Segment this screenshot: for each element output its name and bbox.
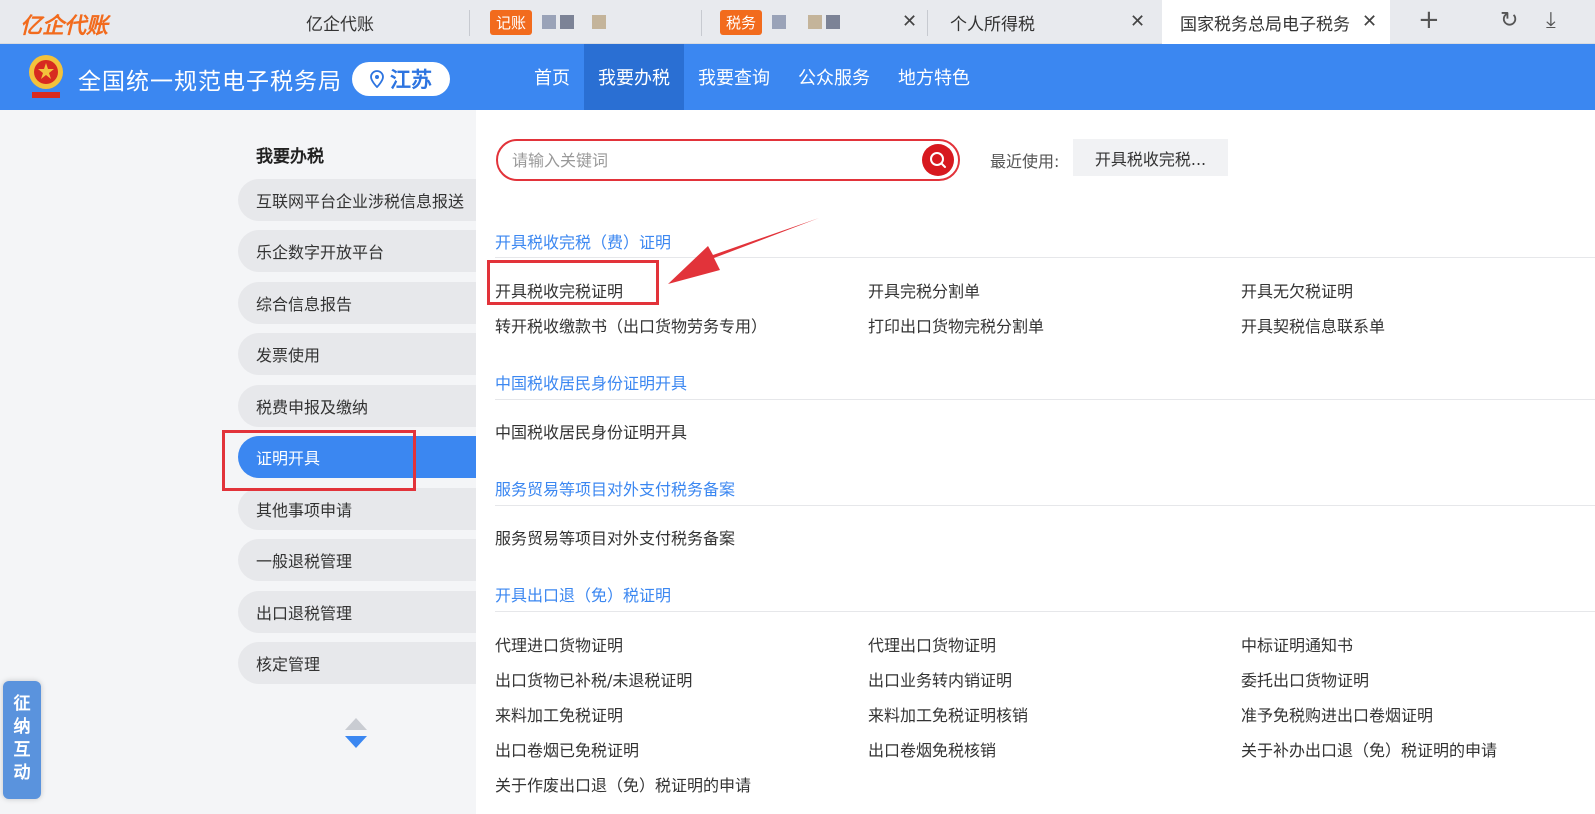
search-icon xyxy=(930,152,946,168)
site-title: 全国统一规范电子税务局 xyxy=(78,69,342,95)
float-tab-char: 动 xyxy=(13,763,31,783)
sidebar-item-leqi-platform[interactable]: 乐企数字开放平台 xyxy=(238,230,476,272)
nav-query[interactable]: 我要查询 xyxy=(684,44,784,110)
nav-local-feature[interactable]: 地方特色 xyxy=(884,44,984,110)
search-button[interactable] xyxy=(922,144,954,176)
tab-bookkeeping[interactable]: 记账 xyxy=(470,0,702,44)
national-emblem-icon xyxy=(29,55,63,98)
tab-favicon-blurred xyxy=(560,15,575,29)
float-tab-char: 纳 xyxy=(13,717,31,737)
brand-logo: 亿企代账 xyxy=(20,14,109,39)
link-agency-export-certificate[interactable]: 代理出口货物证明 xyxy=(868,632,996,656)
link-print-export-split-sheet[interactable]: 打印出口货物完税分割单 xyxy=(868,313,1044,337)
section-divider xyxy=(495,611,1595,612)
browser-tab-strip: 亿企代账 亿企代账 记账 税务 ✕ 个人所得税 ✕ 国家税务总局电子税务 ✕ +… xyxy=(0,0,1595,44)
link-deed-tax-contact-sheet[interactable]: 开具契税信息联系单 xyxy=(1241,313,1385,337)
tab-favicon-blurred xyxy=(772,15,787,29)
tab-label: 个人所得税 xyxy=(950,14,1035,35)
link-processing-exemption[interactable]: 来料加工免税证明 xyxy=(495,702,623,726)
link-cigarette-exempted[interactable]: 出口卷烟已免税证明 xyxy=(495,737,639,761)
tab-individual-income-tax[interactable]: 个人所得税 ✕ xyxy=(928,0,1162,44)
link-cigarette-purchase-exemption[interactable]: 准予免税购进出口卷烟证明 xyxy=(1241,702,1433,726)
link-void-refund-certificate[interactable]: 关于作废出口退（免）税证明的申请 xyxy=(495,772,751,796)
region-selector[interactable]: 江苏 xyxy=(352,62,450,96)
site-header: 全国统一规范电子税务局 江苏 首页 我要办税 我要查询 公众服务 地方特色 xyxy=(0,44,1595,110)
tab-badge: 税务 xyxy=(720,9,763,35)
link-export-supplementary-tax[interactable]: 出口货物已补税/未退税证明 xyxy=(495,667,692,691)
sidebar-item-platform-report[interactable]: 互联网平台企业涉税信息报送 xyxy=(238,179,476,221)
download-icon[interactable]: ⤓ xyxy=(1546,8,1556,33)
tab-badge: 记账 xyxy=(490,9,533,35)
tab-favicon-blurred xyxy=(592,15,607,29)
recent-item-chip[interactable]: 开具税收完税... xyxy=(1073,139,1228,176)
nav-public-service[interactable]: 公众服务 xyxy=(784,44,884,110)
tab-favicon-blurred xyxy=(826,15,841,29)
tab-favicon-blurred xyxy=(808,15,823,29)
section-divider xyxy=(495,399,1595,400)
reload-icon[interactable]: ↻ xyxy=(1500,8,1518,33)
nav-handle-tax[interactable]: 我要办税 xyxy=(584,44,684,110)
location-pin-icon xyxy=(370,70,384,88)
sidebar-title: 我要办税 xyxy=(256,147,324,167)
link-reissue-refund-certificate[interactable]: 关于补办出口退（免）税证明的申请 xyxy=(1241,737,1497,761)
tab-tax[interactable]: 税务 ✕ xyxy=(702,0,928,44)
link-processing-exemption-writeoff[interactable]: 来料加工免税证明核销 xyxy=(868,702,1028,726)
section-divider xyxy=(495,257,1595,258)
highlight-box-target xyxy=(487,260,659,305)
sidebar-item-export-refund[interactable]: 出口退税管理 xyxy=(238,591,476,633)
link-export-to-domestic[interactable]: 出口业务转内销证明 xyxy=(868,667,1012,691)
new-tab-button[interactable]: + xyxy=(1418,5,1440,35)
section-title-foreign-payment-filing: 服务贸易等项目对外支付税务备案 xyxy=(495,480,736,499)
tab-favicon-blurred xyxy=(542,15,557,29)
sidebar-item-declaration[interactable]: 税费申报及缴纳 xyxy=(238,385,476,427)
section-title-residency-certificate: 中国税收居民身份证明开具 xyxy=(495,374,688,393)
tab-yiqi[interactable]: 亿企代账 xyxy=(210,0,470,44)
close-icon[interactable]: ✕ xyxy=(1362,11,1377,32)
recent-label: 最近使用: xyxy=(990,152,1060,171)
close-icon[interactable]: ✕ xyxy=(902,11,917,32)
float-tab-char: 互 xyxy=(13,740,31,760)
link-transfer-payment-book[interactable]: 转开税收缴款书（出口货物劳务专用） xyxy=(495,313,767,337)
link-bid-certificate-notice[interactable]: 中标证明通知书 xyxy=(1241,632,1353,656)
sidebar-item-invoice[interactable]: 发票使用 xyxy=(238,333,476,375)
region-label: 江苏 xyxy=(390,68,432,92)
section-title-tax-payment-certificate: 开具税收完税（费）证明 xyxy=(495,233,672,252)
link-foreign-payment-filing[interactable]: 服务贸易等项目对外支付税务备案 xyxy=(495,525,735,549)
link-cigarette-exemption-writeoff[interactable]: 出口卷烟免税核销 xyxy=(868,737,996,761)
sidebar-item-assessment[interactable]: 核定管理 xyxy=(238,642,476,684)
interaction-float-tab[interactable]: 征 纳 互 动 xyxy=(3,681,41,799)
section-title-export-refund-certificate: 开具出口退（免）税证明 xyxy=(495,586,672,605)
section-divider xyxy=(495,505,1595,506)
highlight-box-sidebar xyxy=(222,430,416,491)
tab-label: 亿企代账 xyxy=(306,14,374,35)
link-residency-certificate[interactable]: 中国税收居民身份证明开具 xyxy=(495,419,687,443)
search-input[interactable] xyxy=(512,149,902,171)
close-icon[interactable]: ✕ xyxy=(1130,11,1145,32)
sidebar-item-other-application[interactable]: 其他事项申请 xyxy=(238,488,476,530)
sidebar-item-info-report[interactable]: 综合信息报告 xyxy=(238,282,476,324)
nav-home[interactable]: 首页 xyxy=(520,44,584,110)
search-box xyxy=(496,139,960,181)
float-tab-char: 征 xyxy=(13,694,31,714)
main-nav: 首页 我要办税 我要查询 公众服务 地方特色 xyxy=(520,44,984,110)
sidebar-item-general-refund[interactable]: 一般退税管理 xyxy=(238,539,476,581)
tab-etax-active[interactable]: 国家税务总局电子税务 ✕ xyxy=(1162,0,1390,44)
scroll-arrows-icon[interactable] xyxy=(343,716,369,750)
link-agency-import-certificate[interactable]: 代理进口货物证明 xyxy=(495,632,623,656)
link-no-arrears-certificate[interactable]: 开具无欠税证明 xyxy=(1241,278,1353,302)
link-tax-split-sheet[interactable]: 开具完税分割单 xyxy=(868,278,980,302)
tab-label: 国家税务总局电子税务 xyxy=(1180,14,1350,35)
link-entrusted-export[interactable]: 委托出口货物证明 xyxy=(1241,667,1369,691)
